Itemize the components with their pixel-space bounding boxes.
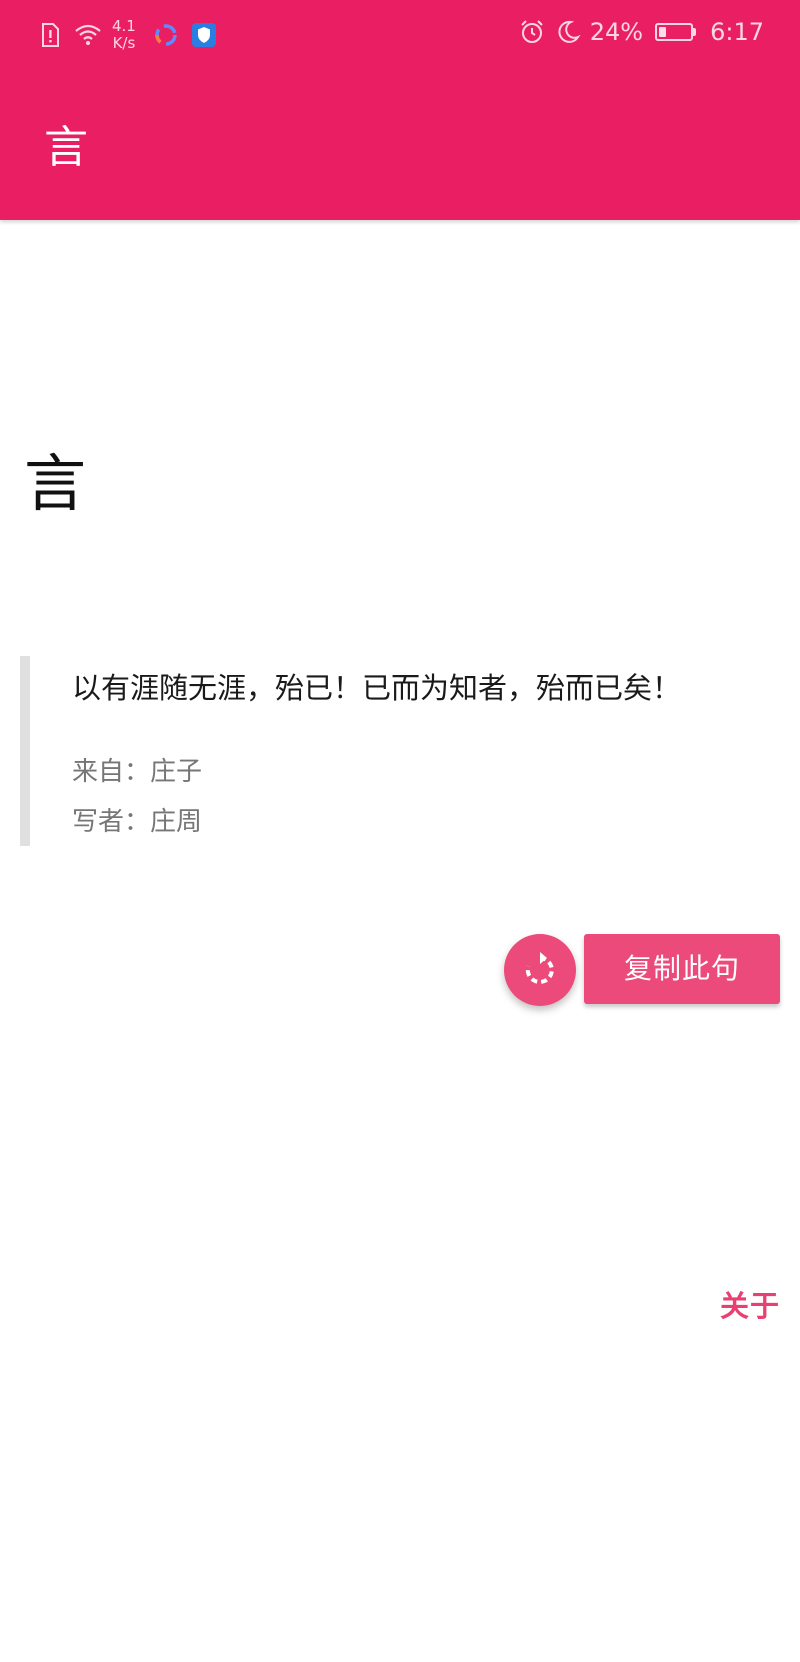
copy-quote-button[interactable]: 复制此句 <box>584 934 780 1004</box>
toolbar-title: 言 <box>44 122 88 173</box>
net-speed-unit: K/s <box>112 34 136 52</box>
app-bar: 4.1 K/s 24% 6:17 言 <box>0 0 800 220</box>
alarm-icon <box>518 18 546 46</box>
quote-text: 以有涯随无涯，殆已！已而为知者，殆而已矣！ <box>72 671 682 705</box>
clock: 6:17 <box>710 18 764 46</box>
battery-percent: 24% <box>589 18 644 46</box>
page-heading: 言 <box>24 447 87 520</box>
about-link[interactable]: 关于 <box>720 1286 780 1326</box>
sim-alert-icon <box>36 21 64 49</box>
shield-app-icon <box>190 21 218 49</box>
refresh-button[interactable] <box>504 934 576 1006</box>
app-ring-icon <box>152 21 180 49</box>
battery-shell <box>655 23 694 41</box>
quote-author: 写者：庄周 <box>72 807 203 837</box>
quote-card: 以有涯随无涯，殆已！已而为知者，殆而已矣！ 来自：庄子 写者：庄周 <box>20 656 780 846</box>
battery-icon <box>655 23 697 41</box>
status-left: 4.1 K/s <box>36 18 218 52</box>
status-bar: 4.1 K/s 24% 6:17 <box>0 0 800 74</box>
battery-fill <box>659 27 667 37</box>
net-speed: 4.1 K/s <box>112 18 136 52</box>
wifi-icon <box>74 21 102 49</box>
battery-nub <box>693 28 697 36</box>
status-right: 24% 6:17 <box>518 18 764 46</box>
refresh-icon <box>519 949 561 991</box>
quote-source: 来自：庄子 <box>72 757 203 787</box>
moon-icon <box>554 18 582 46</box>
net-speed-value: 4.1 <box>112 17 136 35</box>
